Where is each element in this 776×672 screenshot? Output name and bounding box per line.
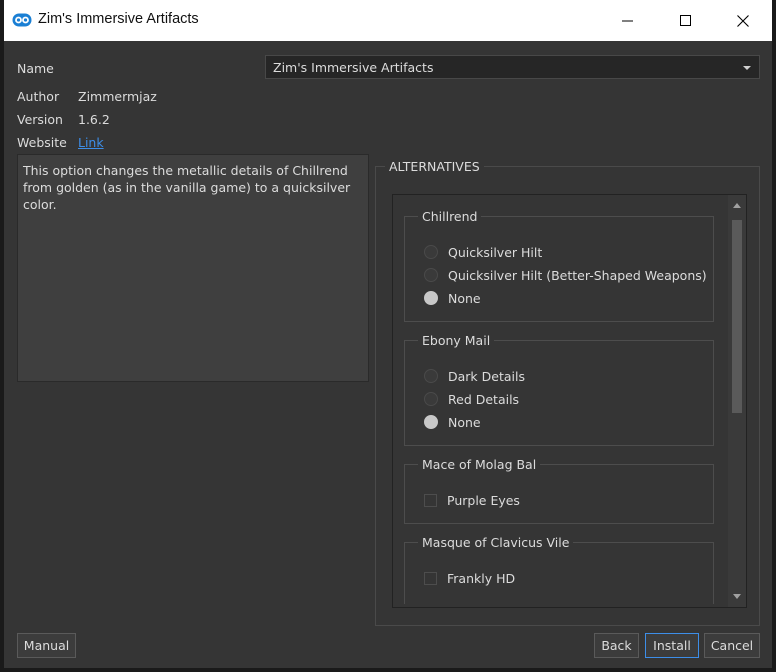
installer-window: Zim's Immersive Artifacts Name Zim's Imm… [0, 0, 776, 672]
description-box: This option changes the metallic details… [17, 154, 369, 382]
chevron-down-icon [743, 66, 751, 70]
website-label: Website [17, 135, 67, 150]
option-label: Quicksilver Hilt (Better-Shaped Weapons) [448, 267, 707, 283]
option-purple-eyes[interactable]: Purple Eyes [424, 491, 520, 509]
minimize-button[interactable] [598, 0, 656, 41]
radio-button[interactable] [424, 369, 438, 383]
option-quicksilver-hilt[interactable]: Quicksilver Hilt [424, 243, 542, 261]
option-label: Quicksilver Hilt [448, 244, 543, 260]
version-label: Version [17, 112, 63, 127]
minimize-icon [621, 20, 633, 21]
alternatives-title: ALTERNATIVES [385, 159, 484, 174]
group-title-ebony-mail: Ebony Mail [418, 333, 495, 348]
close-button[interactable] [714, 0, 772, 41]
title-bar: Zim's Immersive Artifacts [4, 0, 772, 41]
author-value: Zimmermjaz [78, 89, 157, 104]
radio-button-selected[interactable] [424, 415, 438, 429]
checkbox[interactable] [424, 571, 437, 585]
name-label: Name [17, 61, 54, 76]
option-label: Dark Details [448, 368, 525, 384]
maximize-icon [679, 15, 691, 26]
checkbox[interactable] [424, 493, 437, 507]
maximize-button[interactable] [656, 0, 714, 41]
radio-button-selected[interactable] [424, 291, 438, 305]
group-title-chillrend: Chillrend [418, 209, 482, 224]
option-label: Frankly HD [447, 570, 516, 586]
scroll-down-arrow-icon[interactable] [733, 594, 741, 599]
author-label: Author [17, 89, 60, 104]
name-dropdown[interactable]: Zim's Immersive Artifacts [265, 55, 760, 79]
website-link[interactable]: Link [78, 135, 104, 150]
window-title: Zim's Immersive Artifacts [38, 11, 199, 27]
close-icon [737, 14, 749, 27]
option-dark-details[interactable]: Dark Details [424, 367, 525, 385]
manual-button[interactable]: Manual [17, 633, 76, 658]
vertical-scrollbar[interactable] [728, 195, 746, 607]
radio-button[interactable] [424, 392, 438, 406]
version-value: 1.6.2 [78, 112, 110, 127]
app-logo-icon [12, 13, 32, 27]
radio-button[interactable] [424, 268, 438, 282]
option-ebony-mail-none[interactable]: None [424, 413, 481, 431]
name-dropdown-value: Zim's Immersive Artifacts [273, 60, 434, 75]
group-title-mace-of-molag-bal: Mace of Molag Bal [418, 457, 541, 472]
option-red-details[interactable]: Red Details [424, 390, 519, 408]
back-button[interactable]: Back [594, 633, 639, 658]
scroll-up-arrow-icon[interactable] [733, 203, 741, 208]
group-title-masque-of-clavicus-vile: Masque of Clavicus Vile [418, 535, 574, 550]
option-label: None [448, 290, 481, 306]
option-label: Red Details [448, 391, 520, 407]
option-label: None [448, 414, 481, 430]
install-button[interactable]: Install [645, 633, 699, 658]
option-frankly-hd[interactable]: Frankly HD [424, 569, 515, 587]
option-quicksilver-hilt-better-shaped[interactable]: Quicksilver Hilt (Better-Shaped Weapons) [424, 266, 707, 284]
cancel-button[interactable]: Cancel [704, 633, 760, 658]
option-chillrend-none[interactable]: None [424, 289, 481, 307]
option-label: Purple Eyes [447, 492, 520, 508]
scrollbar-thumb[interactable] [732, 220, 742, 413]
radio-button[interactable] [424, 245, 438, 259]
